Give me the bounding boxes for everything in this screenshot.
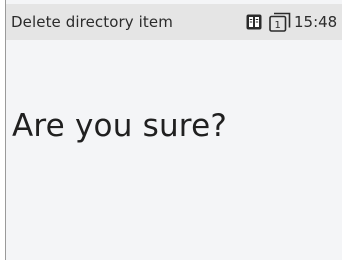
sim-slot-number: 1: [275, 20, 281, 31]
confirmation-message: Are you sure?: [12, 108, 227, 144]
book-icon: [246, 14, 262, 30]
device-screen: Delete directory item 1 15:48 Are you su…: [5, 0, 342, 260]
screen-title: Delete directory item: [11, 13, 173, 31]
status-bar: Delete directory item 1 15:48: [6, 4, 342, 40]
clock: 15:48: [294, 13, 338, 31]
sim-card-icon: 1: [269, 12, 291, 32]
